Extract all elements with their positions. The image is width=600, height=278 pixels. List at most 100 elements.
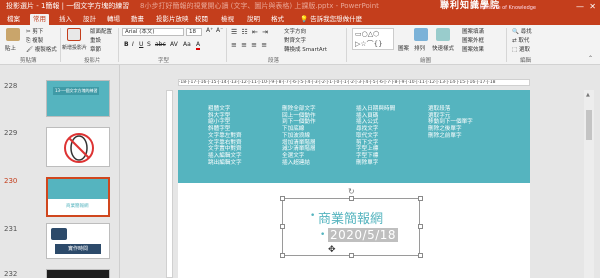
text-direction-button[interactable]: 文字方向 <box>284 27 306 35</box>
rotate-handle-icon[interactable]: ↻ <box>348 187 355 196</box>
convert-smartart-button[interactable]: 轉換成 SmartArt <box>284 45 327 53</box>
title-bar: 投影選片 - 1簡報 | 一個文字方塊的練習 8小步打好簡報的視覺開心讀 (文字… <box>0 0 600 13</box>
slide-caption: 13-一個文字方塊的練習 <box>53 87 99 95</box>
shortcut-band: 粗體文字 斜大字型 縮小字型 斜體字型 文字靠左對齊 文字靠右對齊 文字置中對齊 插入編輯文字… <box>178 90 530 183</box>
font-size-select[interactable]: 18 <box>186 28 202 36</box>
tab-help[interactable]: 說明 <box>244 14 263 25</box>
tab-format[interactable]: 格式 <box>268 14 287 25</box>
text-box-selected[interactable] <box>282 198 420 256</box>
scroll-thumb[interactable] <box>586 110 592 140</box>
powerpoint-window: { "titlebar":{"left":"投影選片 - 1簡報 | 一個文字方… <box>0 0 600 278</box>
slide-thumbnail[interactable]: 實作時間 <box>46 223 110 259</box>
collapse-ribbon-icon[interactable]: ⌃ <box>588 55 593 62</box>
font-name-select[interactable]: Arial (本文) <box>122 28 184 36</box>
slide-thumbnail[interactable] <box>46 269 110 278</box>
tab-file[interactable]: 檔案 <box>4 14 23 25</box>
slide-thumbnail[interactable]: 13-一個文字方塊的練習 <box>46 80 110 117</box>
arrange-button[interactable]: 排列 <box>414 44 425 52</box>
tab-transitions[interactable]: 轉場 <box>104 14 123 25</box>
spacing-button[interactable]: AV <box>170 41 178 48</box>
slide-number: 228 <box>4 82 18 90</box>
align-text-button[interactable]: 對齊文字 <box>284 36 306 44</box>
find-button[interactable]: 🔍 尋找 <box>512 27 532 35</box>
tab-review[interactable]: 校閱 <box>192 14 211 25</box>
layout-button[interactable]: 版面配置 <box>90 27 112 35</box>
shapes-button[interactable]: 圖案 <box>398 44 409 52</box>
shapes-gallery[interactable]: ▭○△⬡ ▷☆⌒{} <box>352 28 394 50</box>
tab-slideshow[interactable]: 投影片放映 <box>153 14 192 25</box>
tab-view[interactable]: 檢視 <box>218 14 237 25</box>
bold-button[interactable]: B <box>124 41 129 48</box>
document-title: 8小步打好簡報的視覺開心讀 (文字、圖片與表格) 上課版.pptx - Powe… <box>140 2 379 10</box>
new-slide-button[interactable]: 新增投影片 <box>62 44 87 51</box>
shortcut-column-3: 插入日期與時間 插入頁碼 插入公式 尋找文字 取代文字 剪下文字 字型上標 字型下標 刪除單字 <box>356 106 396 166</box>
cursor-icon: ✥ <box>328 245 336 255</box>
shape-effects-button[interactable]: 圖案效果 <box>462 45 484 53</box>
grow-font-icon[interactable]: A⁺ <box>206 27 213 34</box>
font-color-button[interactable]: A <box>196 41 201 50</box>
vertical-ruler <box>166 90 173 278</box>
shrink-font-icon[interactable]: A⁻ <box>216 27 223 34</box>
slide-thumbnail-selected[interactable]: 商業簡報網 <box>46 177 110 217</box>
resize-handle[interactable] <box>280 253 285 258</box>
group-paragraph-label: 段落 <box>268 58 280 64</box>
resize-handle[interactable] <box>418 224 423 229</box>
group-clipboard-label: 剪貼簿 <box>20 58 37 64</box>
divider <box>226 28 227 62</box>
tab-design[interactable]: 設計 <box>80 14 99 25</box>
ribbon-tabs: 檔案 常用 插入 設計 轉場 動畫 投影片放映 校閱 檢視 說明 格式 💡 告訴… <box>0 13 600 25</box>
list-buttons[interactable]: ☰ ☷ ⇤ ⇥ <box>231 28 269 36</box>
scroll-up-icon[interactable]: ▲ <box>586 92 590 98</box>
close-icon[interactable]: ✕ <box>589 0 596 13</box>
paste-icon[interactable] <box>6 28 20 41</box>
resize-handle[interactable] <box>418 196 423 201</box>
cut-button[interactable]: ✂ 剪下 <box>26 27 43 35</box>
group-drawing-label: 繪圖 <box>420 58 432 64</box>
window-title: 投影選片 - 1簡報 | 一個文字方塊的練習 <box>6 2 130 10</box>
paste-button[interactable]: 貼上 <box>5 44 16 52</box>
copy-button[interactable]: ⎘ 複製 <box>26 36 43 45</box>
slide-title-text[interactable]: 商業簡報網 <box>318 208 383 227</box>
minimize-icon[interactable]: — <box>576 0 584 13</box>
resize-handle[interactable] <box>280 196 285 201</box>
new-slide-icon[interactable] <box>67 28 81 41</box>
group-editing-label: 編輯 <box>520 58 532 64</box>
divider <box>346 28 347 62</box>
slide-date-text-selected[interactable]: 2020/5/18 <box>328 228 399 242</box>
underline-button[interactable]: U <box>139 41 143 48</box>
lightbulb-icon: 💡 <box>300 15 309 23</box>
quick-styles-icon[interactable] <box>436 28 450 41</box>
shape-outline-button[interactable]: 圖案外框 <box>462 36 484 44</box>
slide-number: 230 <box>4 177 18 185</box>
shape-fill-button[interactable]: 圖案填滿 <box>462 27 484 35</box>
slide-band <box>48 179 108 199</box>
tab-insert[interactable]: 插入 <box>56 14 75 25</box>
shadow-button[interactable]: S <box>147 41 151 48</box>
slide-canvas[interactable]: 粗體文字 斜大字型 縮小字型 斜體字型 文字靠左對齊 文字靠右對齊 文字置中對齊 插入編輯文字… <box>178 90 530 278</box>
resize-handle[interactable] <box>349 253 354 258</box>
tell-me-box[interactable]: 💡 告訴我您想做什麼 <box>300 14 362 25</box>
quick-styles-button[interactable]: 快速樣式 <box>432 44 454 52</box>
slide-number: 232 <box>4 270 18 278</box>
shortcut-column-4: 選取段落 選取字元 移動到下一個單字 刪除之後單字 刪除之前單字 <box>428 106 473 139</box>
slide-caption: 實作時間 <box>55 244 101 254</box>
replace-button[interactable]: ⇄ 取代 <box>512 36 529 44</box>
format-painter-button[interactable]: 🖌 複製格式 <box>26 45 57 53</box>
tab-animations[interactable]: 動畫 <box>128 14 147 25</box>
reset-button[interactable]: 重設 <box>90 36 101 44</box>
slide-number: 231 <box>4 225 18 233</box>
strikethrough-button[interactable]: abc <box>155 41 166 48</box>
select-button[interactable]: ⬚ 選取 <box>512 45 530 53</box>
section-button[interactable]: 章節 <box>90 45 101 53</box>
no-mouse-icon <box>64 133 94 163</box>
arrange-icon[interactable] <box>414 28 428 41</box>
tab-home[interactable]: 常用 <box>30 14 49 25</box>
resize-handle[interactable] <box>418 253 423 258</box>
resize-handle[interactable] <box>349 196 354 201</box>
align-buttons[interactable]: ≡ ≡ ≡ ≡ <box>231 41 268 49</box>
change-case-button[interactable]: Aa <box>183 41 191 48</box>
slide-thumbnail[interactable] <box>46 127 110 167</box>
italic-button[interactable]: I <box>132 41 134 48</box>
divider <box>118 28 119 62</box>
resize-handle[interactable] <box>280 224 285 229</box>
